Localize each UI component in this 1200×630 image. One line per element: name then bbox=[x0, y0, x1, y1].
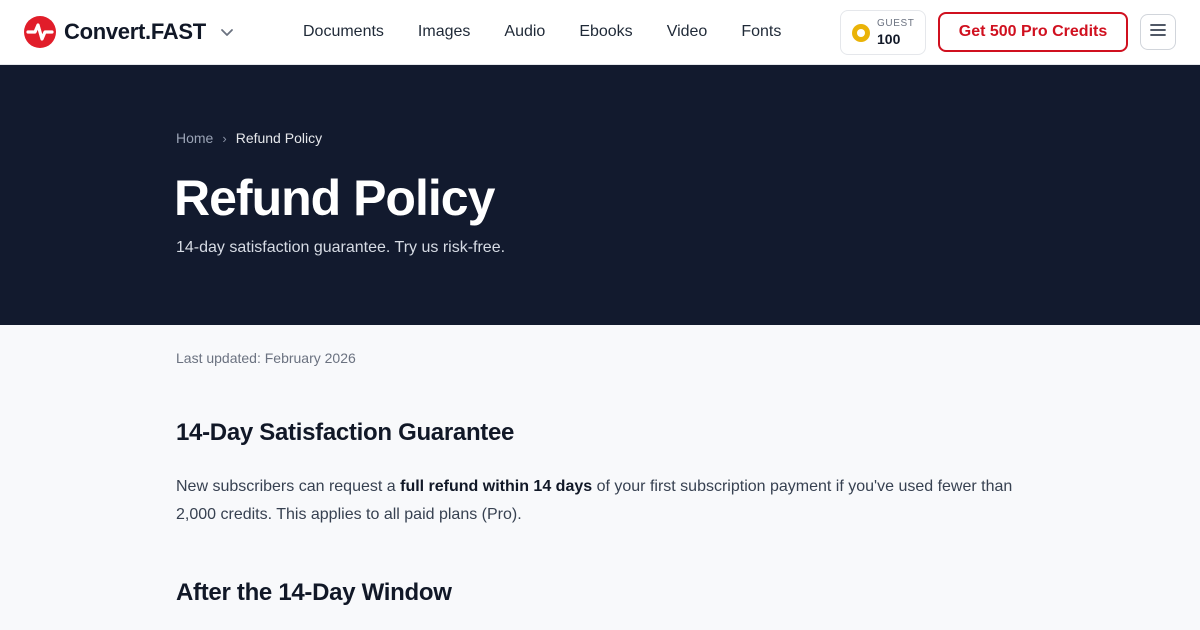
nav-documents[interactable]: Documents bbox=[286, 23, 401, 41]
nav-audio[interactable]: Audio bbox=[487, 23, 562, 41]
chevron-down-icon[interactable] bbox=[220, 25, 234, 39]
brand-logo-link[interactable]: Convert.FAST bbox=[24, 16, 234, 48]
section-paragraph-guarantee: New subscribers can request a full refun… bbox=[176, 473, 1026, 529]
section-heading-guarantee: 14-Day Satisfaction Guarantee bbox=[176, 419, 515, 446]
top-navigation-bar: Convert.FAST Documents Images Audio Eboo… bbox=[0, 0, 1200, 65]
get-pro-credits-button[interactable]: Get 500 Pro Credits bbox=[938, 12, 1128, 52]
nav-ebooks[interactable]: Ebooks bbox=[562, 23, 649, 41]
paragraph-text-bold: full refund within 14 days bbox=[400, 478, 593, 495]
guest-credit-count: 100 bbox=[877, 31, 901, 47]
breadcrumb: Home › Refund Policy bbox=[176, 130, 322, 146]
page-subtitle: 14-day satisfaction guarantee. Try us ri… bbox=[176, 239, 506, 256]
menu-button[interactable] bbox=[1140, 14, 1176, 50]
guest-credits-text: GUEST 100 bbox=[877, 18, 915, 47]
convertfast-logo-icon bbox=[24, 16, 56, 48]
nav-images[interactable]: Images bbox=[401, 23, 487, 41]
primary-nav: Documents Images Audio Ebooks Video Font… bbox=[286, 0, 798, 64]
guest-credits-badge[interactable]: GUEST 100 bbox=[840, 10, 926, 55]
brand-name: Convert.FAST bbox=[64, 19, 206, 44]
last-updated-text: Last updated: February 2026 bbox=[176, 350, 356, 366]
chevron-right-icon: › bbox=[222, 130, 227, 146]
section-heading-after-window: After the 14-Day Window bbox=[176, 579, 452, 606]
breadcrumb-home-link[interactable]: Home bbox=[176, 130, 213, 146]
paragraph-text-start: New subscribers can request a bbox=[176, 478, 401, 495]
coin-icon bbox=[852, 23, 870, 42]
page-title: Refund Policy bbox=[174, 170, 495, 226]
breadcrumb-current: Refund Policy bbox=[235, 130, 323, 146]
menu-icon bbox=[1149, 23, 1167, 42]
hero-banner: Home › Refund Policy Refund Policy 14-da… bbox=[0, 65, 1200, 325]
nav-fonts[interactable]: Fonts bbox=[724, 23, 798, 41]
guest-label: GUEST bbox=[877, 18, 915, 29]
nav-video[interactable]: Video bbox=[650, 23, 725, 41]
